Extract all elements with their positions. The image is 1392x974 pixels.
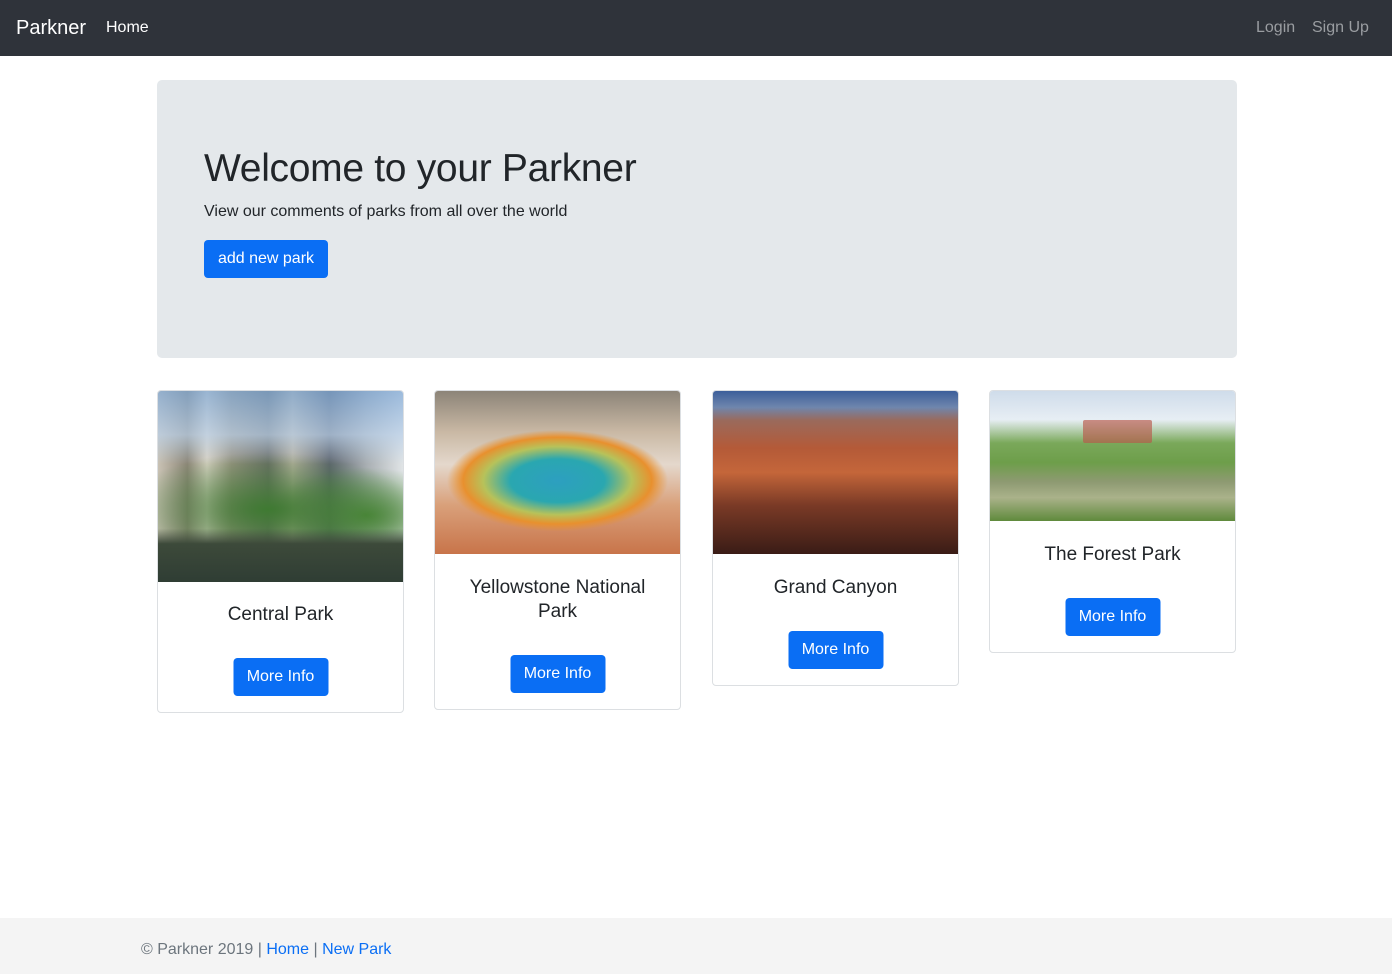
nav-home-link[interactable]: Home — [106, 18, 149, 38]
jumbotron: Welcome to your Parkner View our comment… — [157, 80, 1237, 358]
nav-login-link[interactable]: Login — [1256, 18, 1295, 38]
park-card-central-park: Central Park More Info — [157, 390, 404, 713]
central-park-image — [158, 391, 403, 582]
park-card-grand-canyon: Grand Canyon More Info — [712, 390, 959, 686]
brand-link[interactable]: Parkner — [16, 15, 86, 41]
card-title: Central Park — [227, 604, 334, 625]
footer-line: © Parkner 2019 | Home | New Park — [141, 940, 391, 960]
park-card-yellowstone: Yellowstone National Park More Info — [434, 390, 681, 710]
footer: © Parkner 2019 | Home | New Park — [0, 918, 1392, 974]
yellowstone-image — [435, 391, 680, 554]
navbar: Parkner Home Login Sign Up — [0, 0, 1392, 56]
more-info-button[interactable]: More Info — [233, 658, 328, 696]
card-title: Grand Canyon — [773, 577, 898, 598]
page-title: Welcome to your Parkner — [204, 147, 637, 190]
card-title: The Forest Park — [1044, 544, 1181, 565]
jumbotron-lead: View our comments of parks from all over… — [204, 203, 568, 220]
grand-canyon-image — [713, 391, 958, 554]
more-info-button[interactable]: More Info — [510, 655, 605, 693]
more-info-button[interactable]: More Info — [1065, 598, 1160, 636]
add-new-park-button[interactable]: add new park — [204, 240, 328, 278]
footer-new-park-link[interactable]: New Park — [322, 941, 391, 958]
footer-home-link[interactable]: Home — [266, 941, 309, 958]
park-card-forest-park: The Forest Park More Info — [989, 390, 1236, 653]
card-title: Yellowstone National Park — [469, 577, 646, 622]
forest-park-image — [990, 391, 1235, 521]
more-info-button[interactable]: More Info — [788, 631, 883, 669]
footer-separator: | — [253, 941, 267, 958]
footer-copyright: © Parkner 2019 — [141, 941, 254, 958]
footer-separator: | — [309, 941, 323, 958]
nav-signup-link[interactable]: Sign Up — [1312, 18, 1369, 38]
